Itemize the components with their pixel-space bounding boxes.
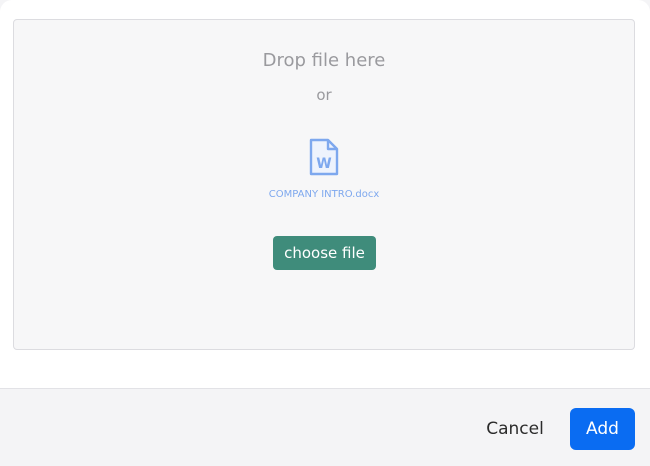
dialog-footer: Cancel Add	[0, 388, 650, 466]
file-drop-zone[interactable]: Drop file here or W COMPANY INTRO.docx c…	[13, 19, 635, 350]
add-button[interactable]: Add	[570, 408, 635, 450]
upload-dialog: Drop file here or W COMPANY INTRO.docx c…	[0, 0, 650, 466]
file-name: COMPANY INTRO.docx	[268, 189, 380, 200]
drop-or-text: or	[316, 86, 332, 104]
drop-title: Drop file here	[262, 50, 386, 71]
word-document-icon: W	[309, 138, 339, 176]
choose-file-button[interactable]: choose file	[273, 236, 376, 270]
file-icon-letter: W	[316, 156, 331, 172]
cancel-button[interactable]: Cancel	[474, 411, 556, 447]
